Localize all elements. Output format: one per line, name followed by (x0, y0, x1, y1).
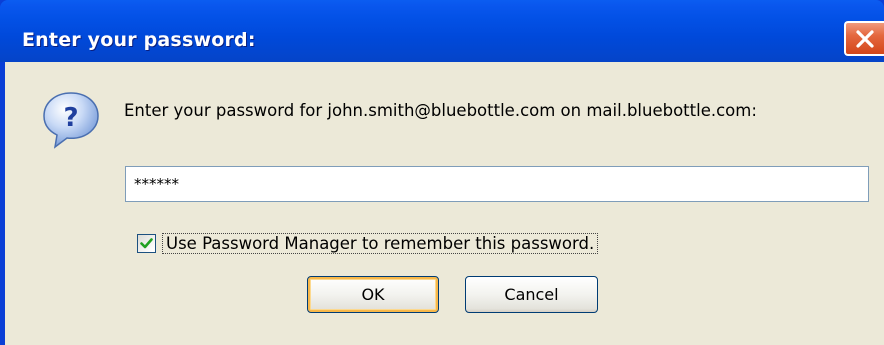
window-title: Enter your password: (22, 29, 256, 51)
question-icon: ? (43, 92, 99, 149)
ok-button[interactable]: OK (307, 276, 439, 313)
remember-password-checkbox[interactable] (137, 234, 156, 253)
password-input[interactable] (125, 166, 869, 202)
close-button[interactable] (844, 21, 884, 56)
dialog-body: ? Enter your password for john.smith@blu… (5, 62, 884, 345)
cancel-button[interactable]: Cancel (465, 276, 598, 313)
password-prompt: Enter your password for john.smith@blueb… (124, 101, 757, 120)
password-dialog: Enter your password: ? Enter your passwo… (0, 0, 884, 345)
title-bar[interactable]: Enter your password: (0, 0, 884, 62)
close-icon (856, 30, 874, 48)
remember-password-label[interactable]: Use Password Manager to remember this pa… (162, 233, 599, 254)
checkmark-icon (140, 238, 153, 249)
svg-text:?: ? (63, 103, 78, 133)
